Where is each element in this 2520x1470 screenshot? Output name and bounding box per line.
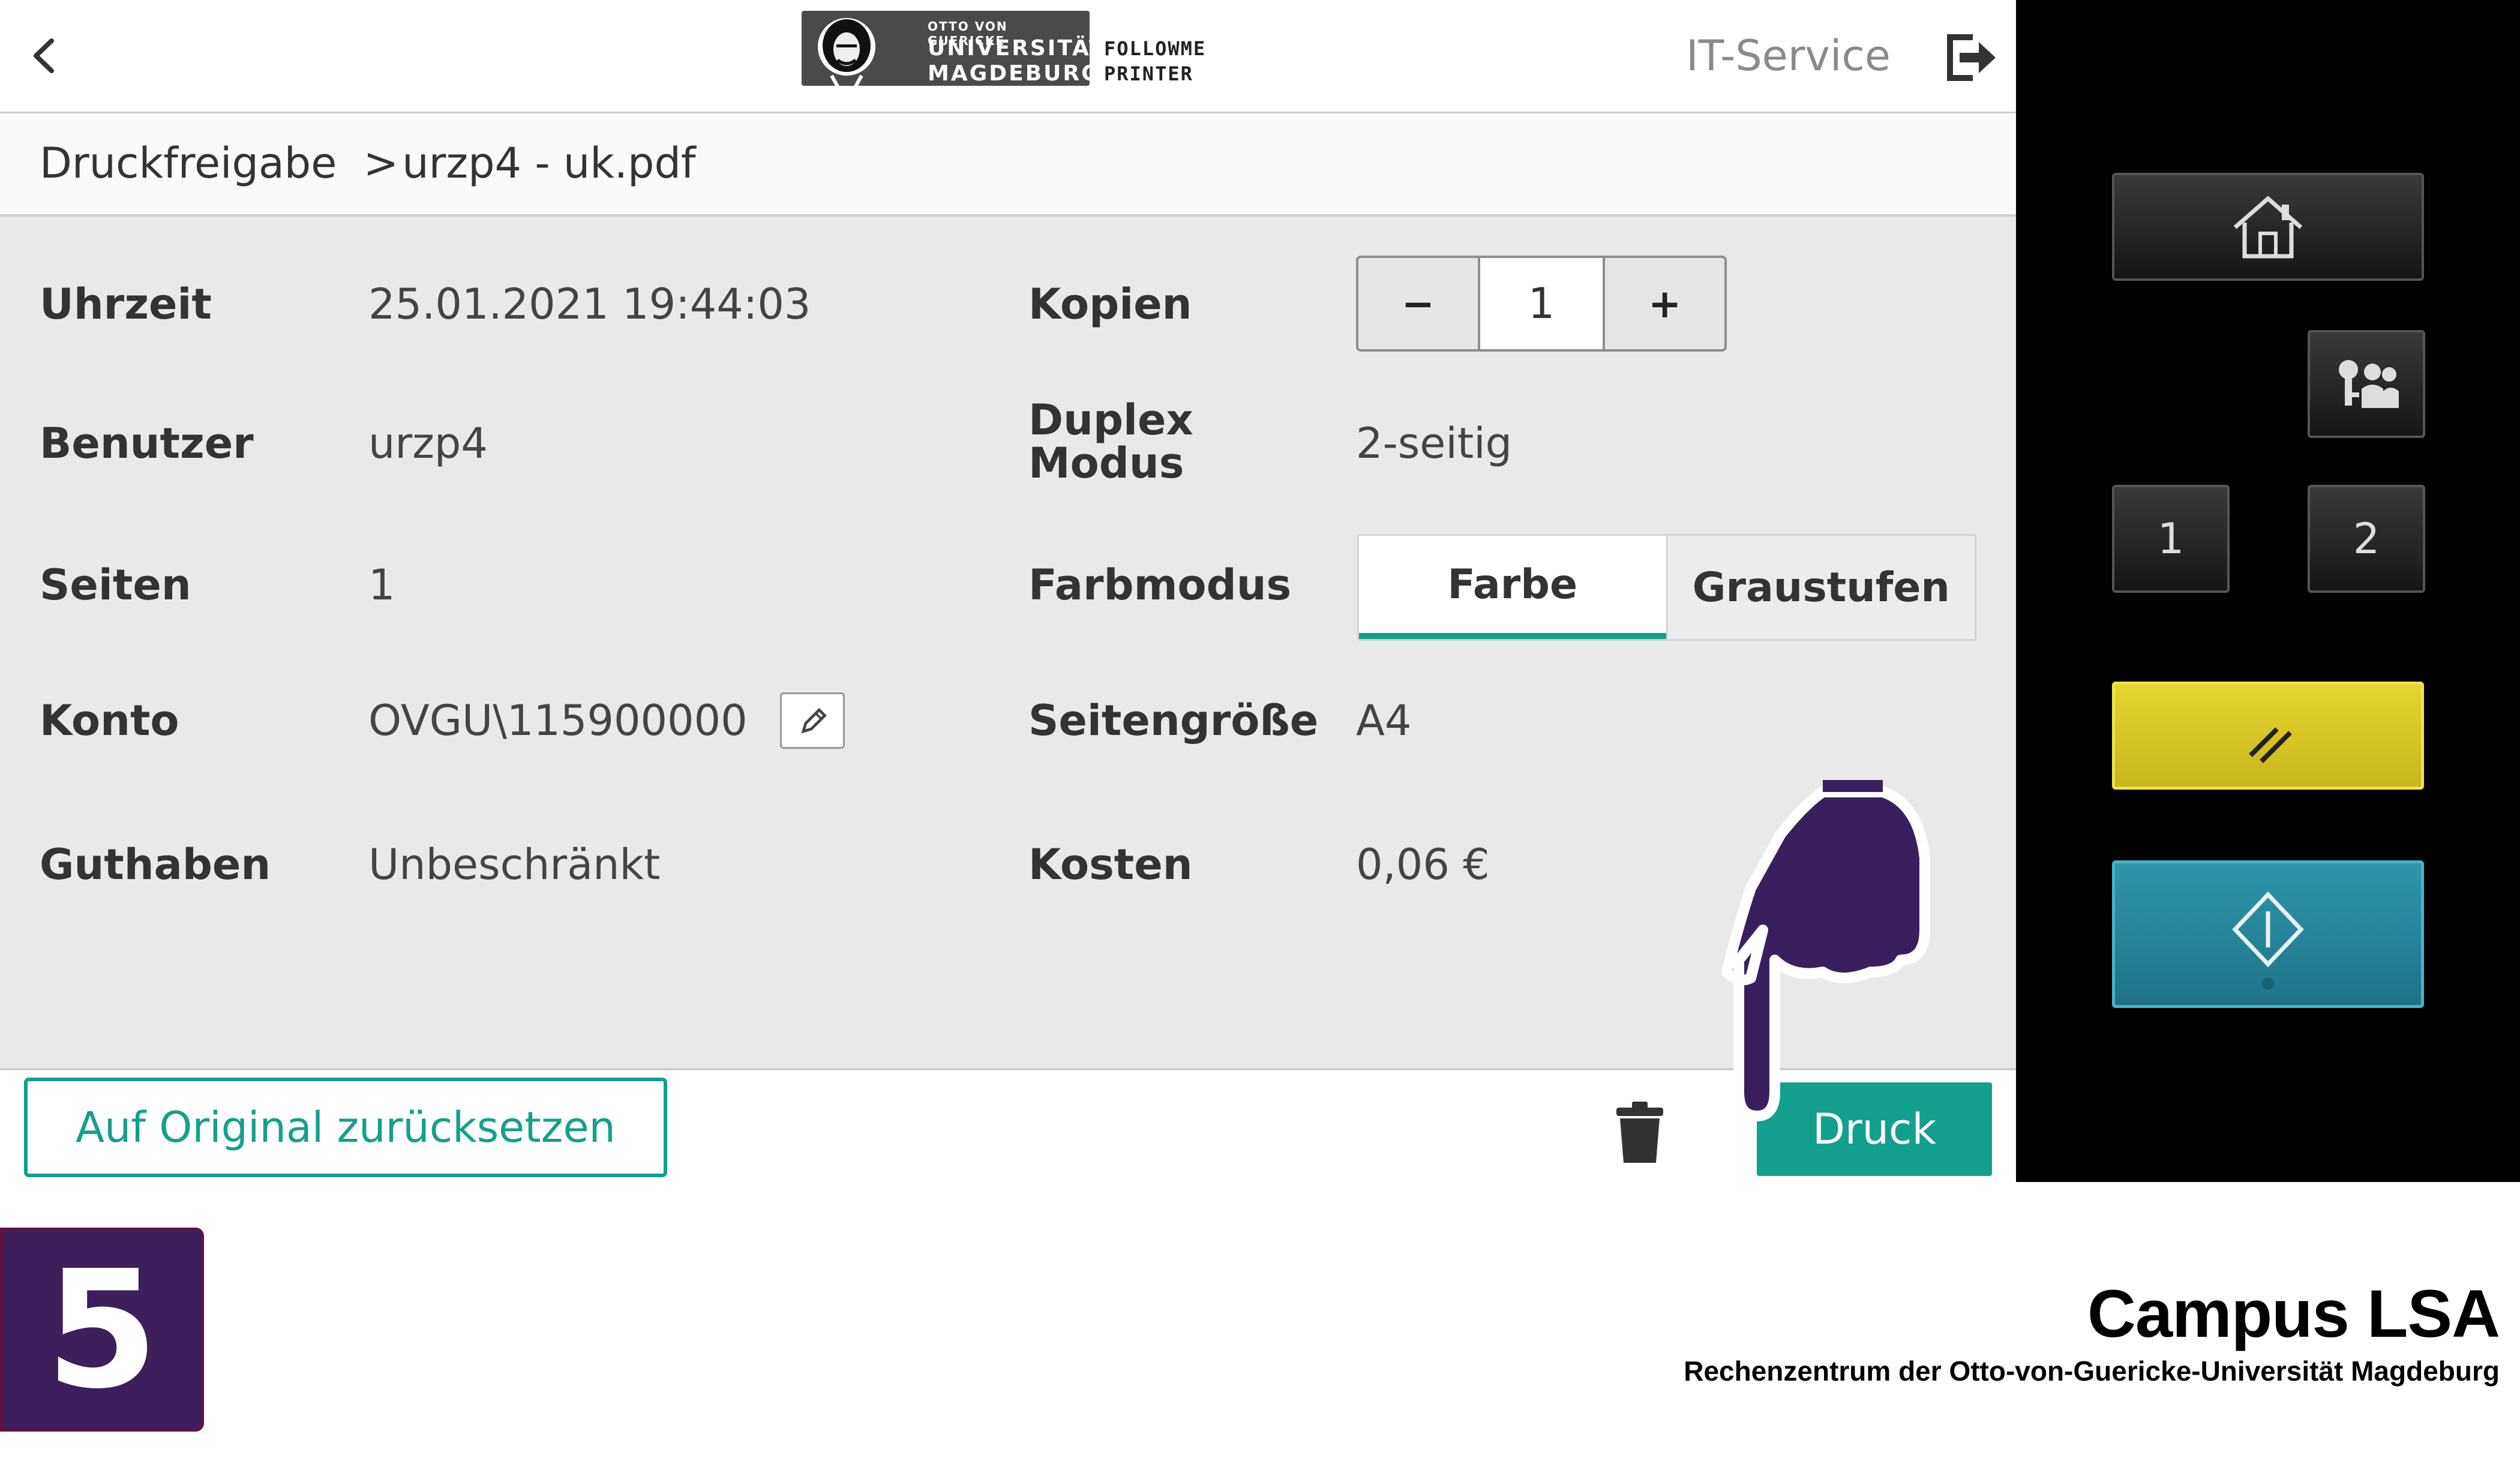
copies-label: Kopien (1028, 280, 1192, 329)
balance-value: Unbeschränkt (368, 840, 661, 889)
reset-hard-key[interactable] (2112, 682, 2424, 790)
cost-value: 0,06 € (1356, 840, 1490, 889)
it-service-link[interactable]: IT-Service (1686, 31, 1891, 80)
brand-subtitle: Rechenzentrum der Otto-von-Guericke-Univ… (1684, 1355, 2500, 1387)
back-arrow-icon[interactable] (24, 35, 66, 77)
cost-label: Kosten (1028, 840, 1193, 889)
home-icon (2233, 196, 2303, 259)
breadcrumb-current: urzp4 - uk.pdf (402, 139, 696, 188)
user-label: Benutzer (40, 419, 254, 468)
pencil-icon (801, 707, 827, 734)
color-mode-label: Farbmodus (1028, 560, 1292, 610)
duplex-label-line-2: Modus (1028, 439, 1184, 488)
copies-stepper: − 1 + (1356, 256, 1727, 352)
logout-icon[interactable] (1942, 29, 1999, 86)
pages-value: 1 (368, 560, 395, 610)
step-number-badge: 5 (0, 1228, 204, 1432)
start-hard-key[interactable] (2112, 860, 2424, 1008)
home-hard-key[interactable] (2112, 173, 2424, 281)
duplex-label: Duplex Modus (1028, 398, 1193, 485)
user-value: urzp4 (368, 419, 488, 468)
time-value: 25.01.2021 19:44:03 (368, 280, 811, 329)
color-option-farbe[interactable]: Farbe (1359, 536, 1666, 639)
start-diamond-icon (2232, 891, 2304, 989)
brand-title: Campus LSA (2087, 1276, 2500, 1351)
account-label: Konto (40, 696, 179, 745)
color-mode-toggle: Farbe Graustufen (1357, 534, 1976, 641)
pointing-hand-icon (1721, 780, 1930, 1121)
logo-line-3: MAGDEBURG (928, 61, 1101, 86)
university-logo: OTTO VON GUERICKE UNIVERSITÄT MAGDEBURG (802, 11, 1104, 106)
app-name: FOLLOWME PRINTER (1104, 36, 1206, 86)
copies-minus-button[interactable]: − (1358, 258, 1478, 349)
duplex-label-line-1: Duplex (1028, 395, 1193, 445)
page-size-value: A4 (1356, 696, 1412, 745)
logo-line-2: UNIVERSITÄT (928, 36, 1106, 61)
users-key-icon (2339, 360, 2399, 408)
copies-plus-button[interactable]: + (1605, 258, 1724, 349)
brand-block: Campus LSA Rechenzentrum der Otto-von-Gu… (1684, 1275, 2500, 1387)
hard-key-1[interactable]: 1 (2112, 485, 2230, 593)
duplex-value: 2-seitig (1356, 419, 1513, 468)
balance-label: Guthaben (40, 840, 271, 889)
app-name-line-2: PRINTER (1104, 62, 1193, 85)
color-option-graustufen[interactable]: Graustufen (1666, 536, 1975, 639)
breadcrumb-separator: > (363, 139, 399, 188)
breadcrumb-bar: Druckfreigabe >urzp4 - uk.pdf (0, 113, 2016, 217)
breadcrumb: Druckfreigabe >urzp4 - uk.pdf (40, 139, 696, 188)
breadcrumb-root[interactable]: Druckfreigabe (40, 139, 337, 188)
guericke-portrait-icon (818, 18, 875, 106)
app-name-line-1: FOLLOWME (1104, 37, 1207, 60)
pages-label: Seiten (40, 560, 191, 610)
account-value: OVGU\115900000 (368, 696, 748, 745)
edit-account-button[interactable] (780, 692, 845, 749)
reset-slash-icon (2249, 727, 2292, 763)
hard-key-2[interactable]: 2 (2308, 485, 2425, 593)
time-label: Uhrzeit (40, 280, 212, 329)
user-login-hard-key[interactable] (2308, 330, 2425, 438)
trash-icon[interactable] (1608, 1100, 1672, 1166)
reset-to-original-button[interactable]: Auf Original zurücksetzen (24, 1078, 667, 1177)
page-size-label: Seitengröße (1028, 696, 1319, 745)
top-bar: OTTO VON GUERICKE UNIVERSITÄT MAGDEBURG … (0, 0, 2016, 113)
copies-input[interactable]: 1 (1477, 258, 1606, 349)
